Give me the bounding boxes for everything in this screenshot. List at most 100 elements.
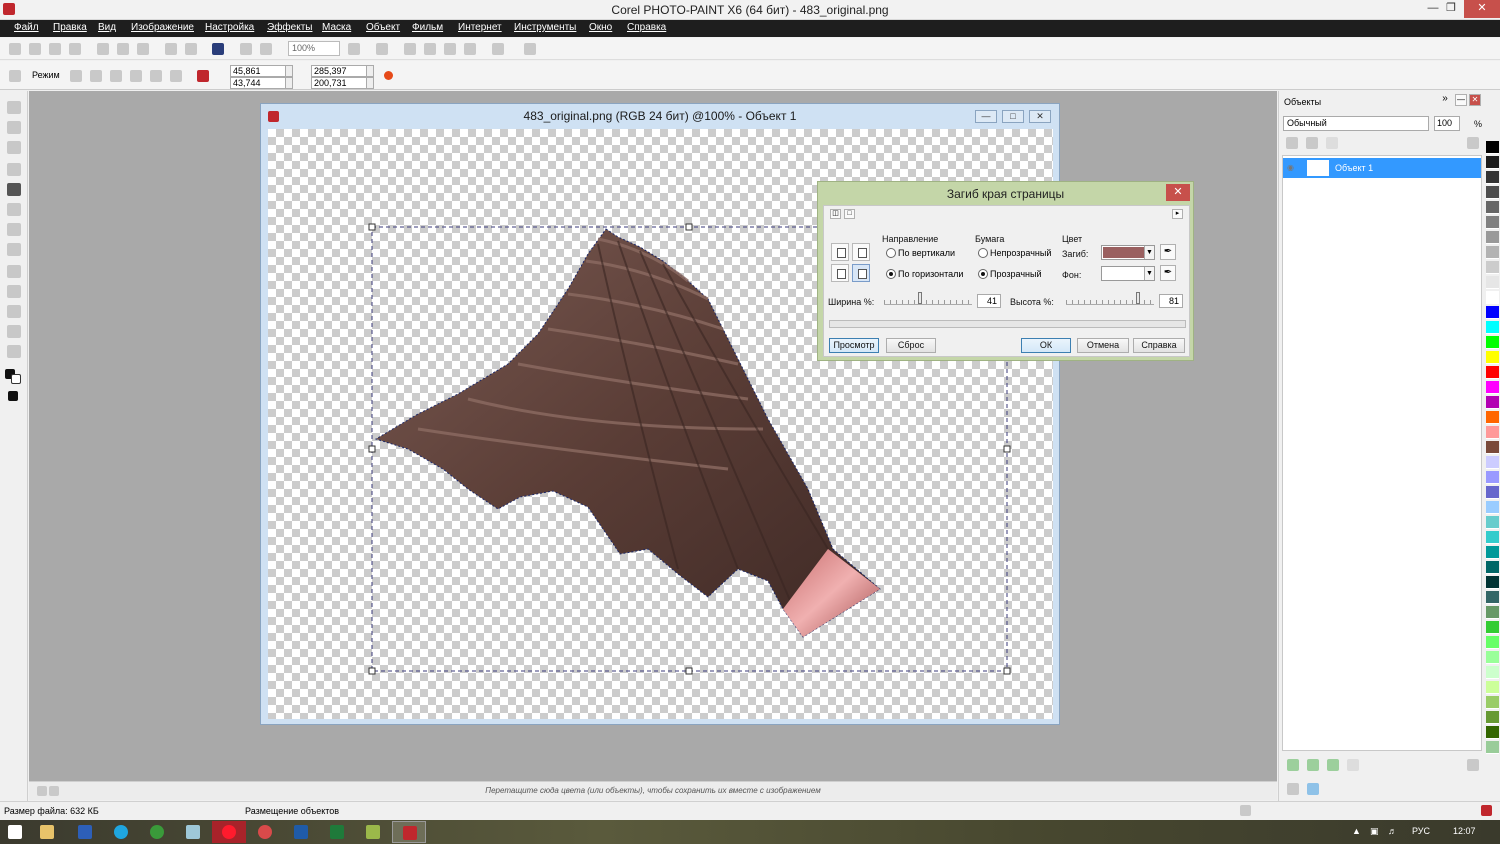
move-mode-icon[interactable] — [70, 70, 82, 82]
pick-tool-icon[interactable] — [7, 101, 21, 114]
tray-up-arrow-icon[interactable]: ▲ — [1352, 826, 1361, 836]
palette-swatch[interactable] — [1486, 516, 1499, 529]
palette-swatch[interactable] — [1486, 291, 1499, 304]
palette-swatch[interactable] — [1486, 741, 1499, 754]
palette-swatch[interactable] — [1486, 456, 1499, 469]
mask-mode-2-icon[interactable] — [424, 43, 436, 55]
doc-maximize-button[interactable]: □ — [1002, 110, 1024, 123]
start-button[interactable] — [0, 821, 34, 843]
palette-swatch[interactable] — [1486, 141, 1499, 154]
task-notes[interactable] — [176, 821, 210, 843]
menu-file[interactable]: Файл — [14, 22, 39, 33]
effect-tool-icon[interactable] — [7, 325, 21, 338]
curl-bottom-left-button[interactable] — [831, 264, 849, 282]
width-input[interactable]: 285,397 — [311, 65, 367, 77]
panel-minimize-icon[interactable]: — — [1455, 94, 1467, 106]
palette-swatch[interactable] — [1486, 591, 1499, 604]
ok-button[interactable]: ОК — [1021, 338, 1071, 353]
menu-adjust[interactable]: Настройка — [205, 22, 254, 33]
palette-swatch[interactable] — [1486, 246, 1499, 259]
palette-swatch[interactable] — [1486, 216, 1499, 229]
task-photo-paint[interactable] — [392, 821, 426, 843]
panel-expand-icon[interactable]: » — [1439, 94, 1451, 106]
status-settings-icon[interactable] — [1240, 805, 1251, 816]
palette-swatch[interactable] — [1486, 501, 1499, 514]
cancel-button[interactable]: Отмена — [1077, 338, 1129, 353]
layer-row[interactable]: ◉ Объект 1 — [1283, 158, 1481, 178]
scale-mode-icon[interactable] — [110, 70, 122, 82]
clone-tool-icon[interactable] — [7, 345, 21, 358]
distort-mode-icon[interactable] — [150, 70, 162, 82]
height-slider[interactable] — [1066, 292, 1154, 305]
dialog-close-button[interactable]: ✕ — [1166, 184, 1190, 201]
task-skype[interactable] — [104, 821, 138, 843]
palette-swatch[interactable] — [1486, 231, 1499, 244]
menu-image[interactable]: Изображение — [131, 22, 194, 33]
background-eyedropper-icon[interactable]: ✒ — [1160, 265, 1176, 281]
palette-swatch[interactable] — [1486, 321, 1499, 334]
guides-icon[interactable] — [492, 43, 504, 55]
rotate-mode-icon[interactable] — [90, 70, 102, 82]
mask-mode-1-icon[interactable] — [404, 43, 416, 55]
rectangle-tool-icon[interactable] — [7, 265, 21, 278]
reset-button[interactable]: Сброс — [886, 338, 936, 353]
redo-icon[interactable] — [185, 43, 197, 55]
fill-color-icon[interactable] — [8, 391, 18, 401]
perspective-mode-icon[interactable] — [170, 70, 182, 82]
tray-clock[interactable]: 12:07 — [1453, 826, 1476, 836]
launcher-icon[interactable] — [212, 43, 224, 55]
new-object-icon[interactable] — [1287, 759, 1299, 771]
anchor-icon[interactable] — [197, 70, 209, 82]
height-percent-input[interactable]: 81 — [1159, 294, 1183, 308]
crop-tool-icon[interactable] — [7, 141, 21, 154]
doc-minimize-button[interactable]: — — [975, 110, 997, 123]
text-tool-icon[interactable] — [7, 223, 21, 236]
single-preview-icon[interactable]: □ — [844, 209, 855, 219]
width-percent-input[interactable]: 41 — [977, 294, 1001, 308]
panel-options-icon[interactable] — [1467, 137, 1479, 149]
height-slider-thumb[interactable] — [1136, 292, 1140, 304]
mask-mode-3-icon[interactable] — [444, 43, 456, 55]
opacity-input[interactable]: 100 — [1434, 116, 1460, 131]
palette-swatch[interactable] — [1486, 351, 1499, 364]
eye-icon[interactable]: ◉ — [1287, 163, 1297, 173]
move-panel-icon[interactable] — [1287, 783, 1299, 795]
palette-swatch[interactable] — [1486, 411, 1499, 424]
palette-swatch[interactable] — [1486, 441, 1499, 454]
delete-object-icon[interactable] — [1467, 759, 1479, 771]
palette-swatch[interactable] — [1486, 381, 1499, 394]
menu-effects[interactable]: Эффекты — [267, 22, 312, 33]
palette-swatch[interactable] — [1486, 666, 1499, 679]
mask-mode-4-icon[interactable] — [464, 43, 476, 55]
menu-view[interactable]: Вид — [98, 22, 116, 33]
background-color-icon[interactable] — [11, 374, 21, 384]
task-chrome[interactable] — [140, 821, 174, 843]
curl-eyedropper-icon[interactable]: ✒ — [1160, 244, 1176, 260]
menu-edit[interactable]: Правка — [53, 22, 87, 33]
width-slider-thumb[interactable] — [918, 292, 922, 304]
new-lens-icon[interactable] — [1307, 759, 1319, 771]
palette-swatch[interactable] — [1486, 576, 1499, 589]
menu-tools[interactable]: Инструменты — [514, 22, 576, 33]
palette-swatch[interactable] — [1486, 186, 1499, 199]
background-color-dropdown[interactable]: ▼ — [1101, 266, 1155, 281]
paint-tool-icon[interactable] — [7, 305, 21, 318]
palette-swatch[interactable] — [1486, 636, 1499, 649]
palette-swatch[interactable] — [1486, 711, 1499, 724]
export-icon[interactable] — [260, 43, 272, 55]
lock-transparency-icon[interactable] — [1306, 137, 1318, 149]
palette-swatch[interactable] — [1486, 531, 1499, 544]
palette-swatch[interactable] — [1486, 171, 1499, 184]
undo-icon[interactable] — [165, 43, 177, 55]
task-corel-draw[interactable] — [248, 821, 282, 843]
menu-movie[interactable]: Фильм — [412, 22, 443, 33]
copy-icon[interactable] — [117, 43, 129, 55]
skew-mode-icon[interactable] — [130, 70, 142, 82]
tray-language[interactable]: РУС — [1412, 826, 1430, 836]
height-input[interactable]: 200,731 — [311, 77, 367, 89]
object-picker-icon[interactable] — [9, 70, 21, 82]
tray-network-icon[interactable]: ▣ — [1370, 826, 1379, 837]
combine-icon[interactable] — [1347, 759, 1359, 771]
task-opera[interactable] — [212, 821, 246, 843]
paper-transparent-radio[interactable]: Прозрачный — [978, 269, 1041, 279]
